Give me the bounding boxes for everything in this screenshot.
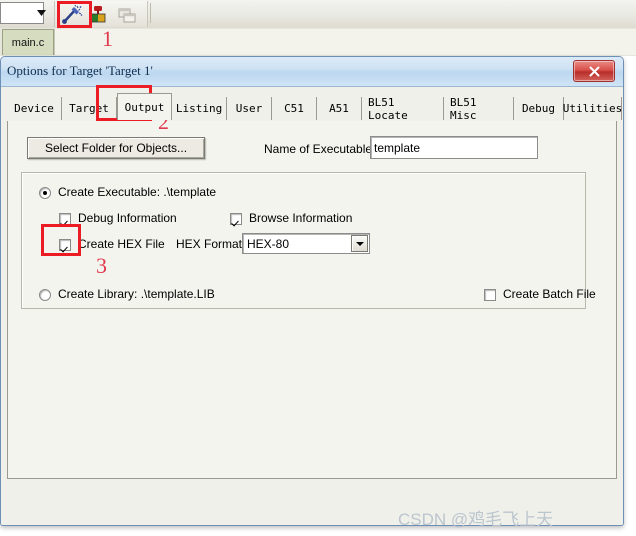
tab-label: Target: [69, 102, 109, 115]
tab-bl51-locate[interactable]: BL51 Locate: [362, 95, 444, 122]
tab-label: Utilities: [562, 102, 623, 115]
tab-label: Device: [14, 102, 54, 115]
tab-user[interactable]: User: [227, 97, 272, 120]
tab-utilities[interactable]: Utilities: [562, 97, 623, 120]
create-batch-file-checkbox[interactable]: [484, 289, 496, 301]
create-executable-radio[interactable]: [39, 187, 51, 199]
toolbar-divider: [150, 3, 151, 23]
debug-information-checkbox[interactable]: [59, 213, 71, 225]
tab-label: Debug: [521, 102, 556, 115]
create-library-radio[interactable]: [39, 289, 51, 301]
tab-label: C51: [284, 102, 304, 115]
ide-toolbar: [0, 0, 636, 29]
screenshot-root: main.c Options for Target 'Target 1' Dev…: [0, 0, 636, 536]
editor-tab-main-c[interactable]: main.c: [2, 29, 54, 55]
select-value: HEX-80: [247, 236, 290, 251]
browse-information-checkbox[interactable]: [230, 213, 242, 225]
dialog-title: Options for Target 'Target 1': [7, 63, 153, 78]
editor-tab-strip: main.c: [0, 28, 636, 57]
output-tab-panel: Select Folder for Objects... Name of Exe…: [7, 121, 617, 479]
tab-label: BL51 Misc: [450, 95, 477, 122]
toolbar-button-group: [54, 1, 148, 27]
dialog-title-bar: Options for Target 'Target 1': [1, 57, 623, 87]
hex-format-select[interactable]: HEX-80: [242, 233, 370, 254]
close-icon[interactable]: [573, 60, 615, 82]
tab-debug[interactable]: Debug: [514, 97, 564, 120]
button-label: Select Folder for Objects...: [44, 141, 188, 155]
browse-information-label: Browse Information: [249, 211, 353, 225]
dialog-client-area: Device Target Output Listing User C51 A5…: [1, 87, 623, 525]
magic-wand-icon: [62, 4, 83, 24]
tab-listing[interactable]: Listing: [172, 97, 227, 120]
chevron-down-icon[interactable]: [32, 3, 50, 23]
input-value: template: [374, 140, 421, 155]
tab-bl51-misc[interactable]: BL51 Misc: [444, 95, 514, 122]
create-hex-file-checkbox[interactable]: [59, 239, 71, 251]
tab-target[interactable]: Target: [62, 97, 117, 120]
tab-output[interactable]: Output: [117, 93, 172, 120]
build-target-icon: [90, 6, 106, 23]
create-hex-file-label: Create HEX File: [78, 237, 165, 251]
target-options-button[interactable]: [59, 4, 83, 26]
tab-a51[interactable]: A51: [317, 97, 362, 120]
hex-format-label: HEX Format:: [176, 237, 246, 251]
manage-components-icon: [118, 8, 136, 23]
tab-device[interactable]: Device: [7, 97, 62, 120]
tab-label: BL51 Locate: [368, 95, 408, 122]
tab-c51[interactable]: C51: [272, 97, 317, 120]
chevron-down-icon[interactable]: [351, 235, 368, 252]
tab-label: Listing: [175, 102, 223, 115]
build-target-button[interactable]: [87, 4, 111, 26]
tab-label: Output: [124, 100, 165, 114]
output-options-group: Create Executable: .\template Debug Info…: [21, 172, 596, 309]
manage-components-button: [115, 4, 139, 26]
tab-label: A51: [329, 102, 349, 115]
editor-tab-label: main.c: [11, 36, 45, 49]
create-batch-file-label: Create Batch File: [503, 287, 596, 301]
name-of-executable-label: Name of Executable:: [264, 142, 376, 156]
tab-label: User: [235, 102, 263, 115]
name-of-executable-input[interactable]: template: [370, 136, 538, 159]
create-library-label: Create Library: .\template.LIB: [58, 287, 215, 301]
debug-information-label: Debug Information: [78, 211, 177, 225]
options-dialog: Options for Target 'Target 1' Device Tar…: [0, 56, 624, 526]
editor-tab-empty-area: [54, 29, 636, 55]
dialog-tab-bar: Device Target Output Listing User C51 A5…: [7, 93, 622, 122]
create-executable-label: Create Executable: .\template: [58, 185, 217, 199]
select-folder-for-objects-button[interactable]: Select Folder for Objects...: [27, 137, 205, 159]
